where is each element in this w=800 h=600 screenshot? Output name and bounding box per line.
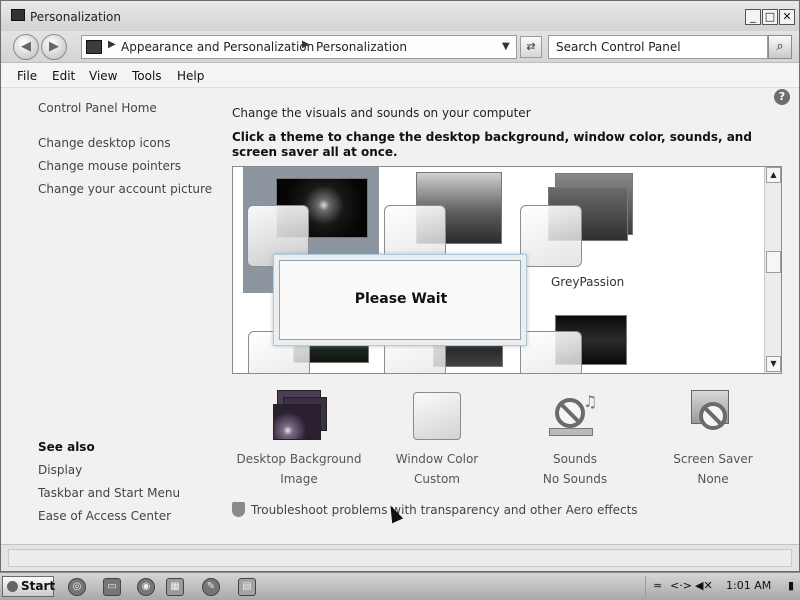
address-bar[interactable]: ▶ Appearance and Personalization ▶ Perso… bbox=[81, 35, 517, 59]
clock[interactable]: 1:01 AM bbox=[726, 579, 771, 592]
theme-glass-preview[interactable] bbox=[520, 331, 582, 373]
theme-label: GreyPassion bbox=[551, 275, 625, 289]
page-intro: Change the visuals and sounds on your co… bbox=[232, 106, 531, 120]
help-icon[interactable]: ? bbox=[774, 89, 790, 105]
control-panel-icon bbox=[86, 40, 102, 54]
start-button[interactable]: Start bbox=[2, 576, 56, 597]
status-bar bbox=[1, 544, 799, 571]
close-button[interactable]: ✕ bbox=[779, 9, 795, 25]
menu-help[interactable]: Help bbox=[177, 69, 204, 83]
show-desktop-button[interactable]: ▮ bbox=[788, 579, 794, 592]
taskbar-start-menu-link[interactable]: Taskbar and Start Menu bbox=[38, 486, 180, 500]
status-field bbox=[8, 549, 792, 567]
shield-icon bbox=[232, 502, 245, 517]
search-input[interactable]: Search Control Panel bbox=[548, 35, 768, 59]
setting-value: Custom bbox=[414, 472, 460, 486]
browser-icon[interactable]: ◎ bbox=[68, 578, 86, 596]
menu-file[interactable]: File bbox=[17, 69, 37, 83]
troubleshoot-link[interactable]: Troubleshoot problems with transparency … bbox=[232, 502, 638, 517]
please-wait-dialog: Please Wait bbox=[273, 254, 527, 346]
volume-muted-icon[interactable]: ◀✕ bbox=[695, 579, 713, 592]
see-also-heading: See also bbox=[38, 440, 95, 454]
breadcrumb-chevron-icon[interactable]: ▶ bbox=[302, 39, 310, 50]
menu-bar: File Edit View Tools Help bbox=[1, 63, 799, 88]
page-instruction: Click a theme to change the desktop back… bbox=[232, 130, 752, 159]
breadcrumb-personalization[interactable]: Personalization bbox=[316, 40, 407, 54]
menu-tools[interactable]: Tools bbox=[132, 69, 162, 83]
ease-of-access-link[interactable]: Ease of Access Center bbox=[38, 509, 171, 523]
setting-name: Screen Saver bbox=[673, 452, 753, 466]
desktop-background-icon bbox=[269, 390, 329, 442]
window-color-icon bbox=[407, 390, 467, 442]
change-mouse-pointers-link[interactable]: Change mouse pointers bbox=[38, 159, 181, 173]
setting-name: Sounds bbox=[552, 452, 598, 466]
display-link[interactable]: Display bbox=[38, 463, 82, 477]
scroll-thumb[interactable] bbox=[766, 251, 781, 273]
minimize-button[interactable]: _ bbox=[745, 9, 761, 25]
title-bar[interactable]: Personalization _ □ ✕ bbox=[1, 1, 799, 31]
setting-value: None bbox=[697, 472, 729, 486]
tray-expand-icon[interactable]: ≈ bbox=[653, 579, 662, 592]
folder-icon[interactable]: ▭ bbox=[103, 578, 121, 596]
maximize-button[interactable]: □ bbox=[762, 9, 778, 25]
breadcrumb-appearance[interactable]: Appearance and Personalization bbox=[121, 40, 314, 54]
search-icon[interactable]: ⌕ bbox=[768, 35, 792, 59]
personalization-task-icon[interactable]: ▤ bbox=[238, 578, 256, 596]
scroll-down-button[interactable]: ▼ bbox=[766, 356, 781, 372]
dialog-message: Please Wait bbox=[354, 291, 448, 307]
theme-glass-preview[interactable] bbox=[520, 205, 582, 267]
desktop-background-setting[interactable]: Desktop Background Image bbox=[224, 390, 374, 486]
address-dropdown-icon[interactable]: ▼ bbox=[502, 41, 510, 52]
system-tray: ≈ <·> ◀✕ 1:01 AM ▮ bbox=[645, 576, 798, 598]
screen-saver-setting[interactable]: Screen Saver None bbox=[638, 390, 788, 486]
menu-view[interactable]: View bbox=[89, 69, 117, 83]
setting-name: Window Color bbox=[395, 452, 479, 466]
task-pane: Control Panel Home Change desktop icons … bbox=[1, 88, 222, 544]
breadcrumb-chevron-icon[interactable]: ▶ bbox=[108, 39, 116, 50]
start-label: Start bbox=[21, 579, 56, 593]
forward-button[interactable]: ▶ bbox=[41, 34, 67, 60]
address-toolbar: ◀ ▶ ▶ Appearance and Personalization ▶ P… bbox=[1, 31, 799, 63]
setting-name: Desktop Background bbox=[236, 452, 362, 466]
refresh-button[interactable]: ⇄ bbox=[520, 36, 542, 58]
screen-saver-icon bbox=[683, 390, 743, 442]
media-player-icon[interactable]: ◉ bbox=[137, 578, 155, 596]
change-desktop-icons-link[interactable]: Change desktop icons bbox=[38, 136, 171, 150]
control-panel-home-link[interactable]: Control Panel Home bbox=[38, 101, 157, 115]
tool-icon[interactable]: ✎ bbox=[202, 578, 220, 596]
personalization-app-icon bbox=[11, 9, 25, 21]
back-button[interactable]: ◀ bbox=[13, 34, 39, 60]
window-title: Personalization bbox=[30, 10, 121, 24]
setting-value: Image bbox=[280, 472, 318, 486]
theme-list-scrollbar[interactable]: ▲ ▼ bbox=[764, 167, 781, 373]
window-controls: _ □ ✕ bbox=[745, 9, 795, 25]
sounds-icon: ♫ bbox=[545, 390, 605, 442]
change-account-picture-link[interactable]: Change your account picture bbox=[38, 182, 212, 196]
scroll-up-button[interactable]: ▲ bbox=[766, 167, 781, 183]
setting-value: No Sounds bbox=[542, 472, 608, 486]
window-color-setting[interactable]: Window Color Custom bbox=[362, 390, 512, 486]
control-panel-icon[interactable]: ▦ bbox=[166, 578, 184, 596]
dialog-body: Please Wait bbox=[279, 260, 521, 340]
windows-logo-icon bbox=[7, 581, 18, 592]
troubleshoot-label: Troubleshoot problems with transparency … bbox=[251, 503, 638, 517]
network-icon[interactable]: <·> bbox=[670, 579, 692, 592]
sounds-setting[interactable]: ♫ Sounds No Sounds bbox=[500, 390, 650, 486]
menu-edit[interactable]: Edit bbox=[52, 69, 75, 83]
taskbar: Start ◎ ▭ ◉ ▦ ✎ ▤ ≈ <·> ◀✕ 1:01 AM ▮ bbox=[0, 572, 800, 600]
